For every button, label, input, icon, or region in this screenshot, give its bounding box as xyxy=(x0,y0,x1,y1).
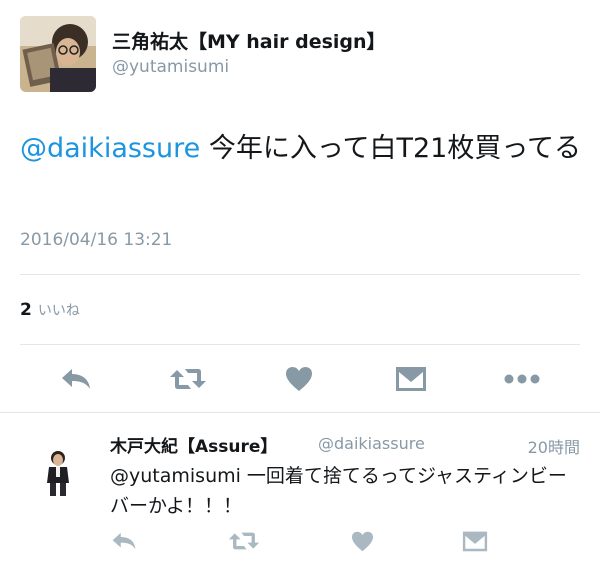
more-icon xyxy=(504,374,540,384)
author-handle[interactable]: @yutamisumi xyxy=(112,57,229,77)
tweet-text: @daikiassure 今年に入って白T21枚買ってる xyxy=(20,126,590,171)
reply-retweet-button[interactable] xyxy=(226,529,262,553)
heart-icon xyxy=(286,367,312,391)
reply-author-handle[interactable]: @daikiassure xyxy=(318,434,425,453)
more-button[interactable] xyxy=(502,364,542,394)
mention-link[interactable]: @daikiassure xyxy=(20,133,200,164)
reply-text: @yutamisumi 一回着て捨てるってジャスティンビーバーかよ！！！ xyxy=(110,465,567,517)
heart-icon xyxy=(351,531,373,551)
tweet-timestamp[interactable]: 2016/04/16 13:21 xyxy=(20,230,172,250)
author-avatar[interactable] xyxy=(20,16,96,92)
main-tweet: 三角祐太【MY hair design】 @yutamisumi @daikia… xyxy=(0,0,600,412)
retweet-icon xyxy=(228,532,260,550)
tweet-body: 今年に入って白T21枚買ってる xyxy=(200,133,581,164)
likes-stat[interactable]: 2 いいね xyxy=(20,300,80,320)
reply-icon xyxy=(62,369,90,389)
reply-author-avatar[interactable] xyxy=(38,449,78,497)
retweet-button[interactable] xyxy=(166,364,210,394)
reply-icon xyxy=(112,532,136,550)
retweet-icon xyxy=(170,369,206,389)
reply-like-button[interactable] xyxy=(348,529,376,553)
reply-button[interactable] xyxy=(56,364,96,394)
divider xyxy=(20,274,580,275)
reply-message-button[interactable] xyxy=(460,529,490,553)
author-name[interactable]: 三角祐太【MY hair design】 xyxy=(112,27,386,54)
message-icon xyxy=(462,531,488,551)
reply-reply-button[interactable] xyxy=(108,529,140,553)
divider xyxy=(20,344,580,345)
likes-label: いいね xyxy=(37,303,80,319)
reply-author-name[interactable]: 木戸大紀【Assure】 xyxy=(110,432,277,457)
message-button[interactable] xyxy=(392,364,430,394)
reply-tweet[interactable]: 木戸大紀【Assure】 @daikiassure 20時間 @yutamisu… xyxy=(0,413,600,567)
likes-count: 2 xyxy=(20,300,32,320)
reply-timestamp[interactable]: 20時間 xyxy=(528,434,580,458)
like-button[interactable] xyxy=(282,364,316,394)
message-icon xyxy=(396,367,426,391)
